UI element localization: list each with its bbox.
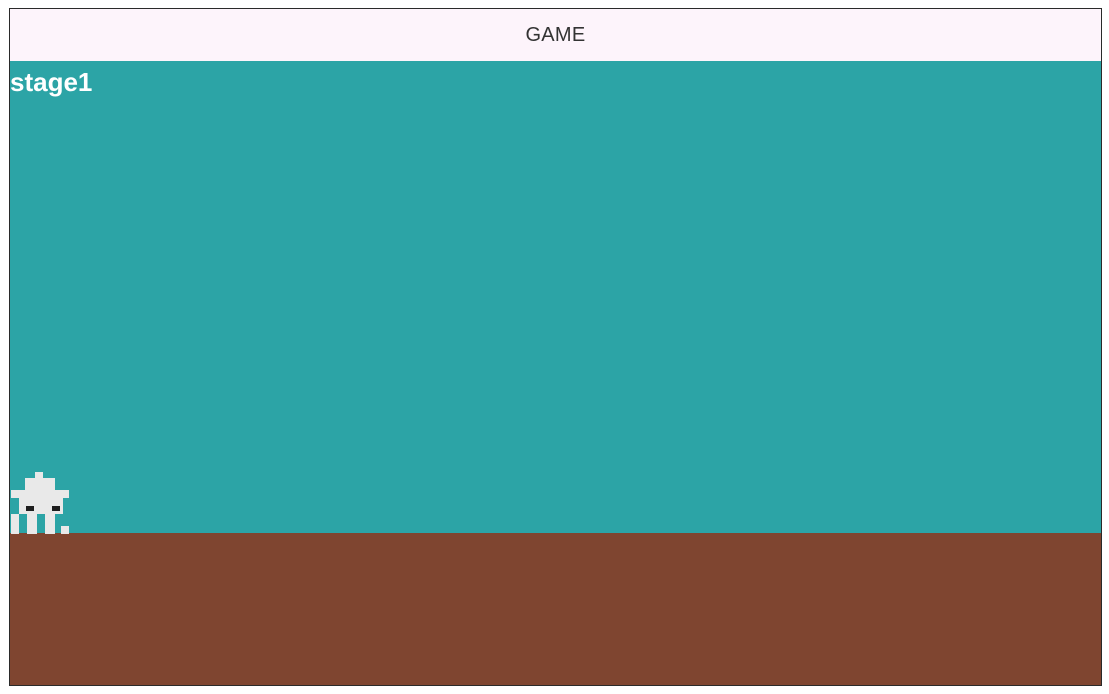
ground-platform <box>10 533 1101 685</box>
pixel-creature-icon <box>11 472 69 534</box>
title-bar: GAME <box>10 9 1101 61</box>
game-canvas-sky[interactable] <box>10 61 1101 533</box>
player-character <box>11 472 71 534</box>
game-window: GAME stage1 <box>9 8 1102 686</box>
game-title: GAME <box>525 23 586 46</box>
stage-label: stage1 <box>10 67 93 97</box>
